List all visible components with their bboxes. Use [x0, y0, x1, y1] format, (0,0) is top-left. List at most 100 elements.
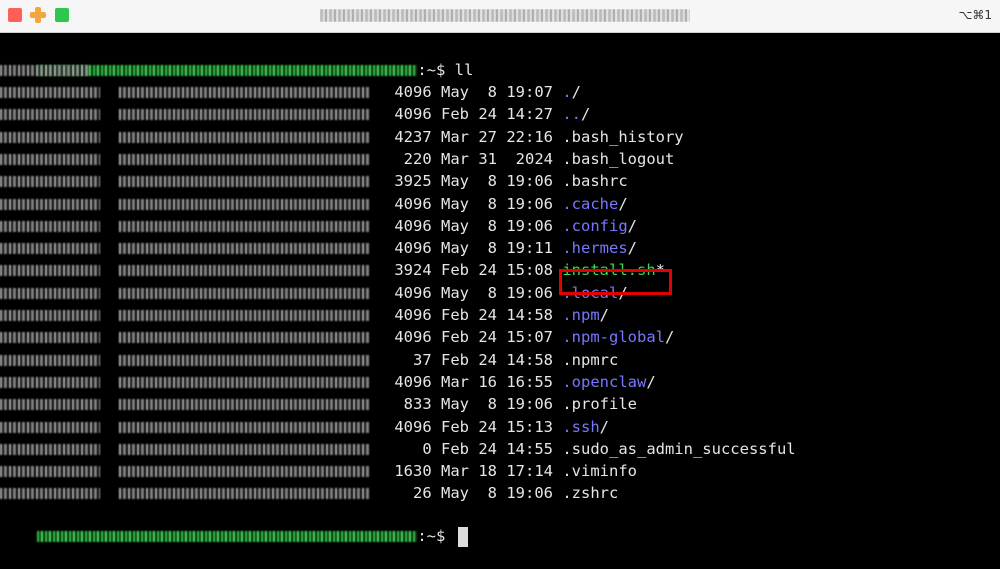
file-month: May: [431, 395, 469, 414]
blurred-owner-group: [118, 354, 371, 366]
blurred-permissions: [0, 399, 100, 411]
file-month: Mar: [431, 127, 469, 146]
file-day: 8: [469, 194, 497, 213]
blurred-owner-group: [118, 87, 371, 98]
listing-row: 3925 May 8 19:06 .bashrc: [0, 170, 628, 192]
file-month: May: [431, 172, 469, 191]
blurred-owner-group: [118, 198, 371, 210]
listing-row: 4096 Feb 24 14:27 ../: [0, 103, 590, 125]
file-meta: 3925 May 8 19:06 .bashrc: [385, 170, 627, 192]
prompt-line[interactable]: :~$: [0, 503, 468, 547]
file-time: 19:06: [497, 395, 563, 414]
maximize-icon[interactable]: [55, 8, 69, 22]
file-day: 8: [469, 83, 497, 101]
blurred-permissions: [0, 443, 100, 455]
file-day: 16: [469, 372, 497, 391]
file-day: 8: [469, 216, 497, 235]
file-meta: 37 Feb 24 14:58 .npmrc: [385, 349, 618, 371]
dir-suffix: /: [627, 239, 637, 258]
file-name[interactable]: .config: [562, 217, 627, 235]
blurred-owner-group: [118, 310, 371, 321]
file-name[interactable]: .bash_history: [562, 128, 683, 146]
blurred-owner-group: [118, 466, 371, 478]
file-time: 17:14: [497, 462, 563, 481]
blurred-owner-group: [118, 153, 371, 165]
file-name[interactable]: .hermes: [562, 239, 627, 257]
file-month: Feb: [431, 350, 469, 369]
file-month: May: [431, 484, 469, 503]
file-time: 15:08: [497, 261, 563, 280]
file-size: 4096: [385, 239, 432, 258]
listing-row: 4096 Mar 16 16:55 .openclaw/: [0, 371, 656, 393]
file-day: 8: [469, 395, 497, 414]
file-size: 4096: [385, 83, 432, 101]
terminal-output[interactable]: :~$ ll 4096 May 8 19:07 ./ 4096 Feb 24 1…: [0, 33, 1000, 550]
file-size: 3925: [385, 172, 432, 191]
blurred-prompt: [37, 531, 418, 542]
file-name[interactable]: .npm: [562, 306, 599, 324]
file-meta: 220 Mar 31 2024 .bash_logout: [385, 148, 675, 170]
file-month: May: [431, 239, 469, 258]
file-size: 4096: [385, 328, 432, 347]
file-name[interactable]: .sudo_as_admin_successful: [562, 440, 795, 458]
blurred-permissions: [0, 332, 100, 344]
command-text: ll: [454, 61, 474, 79]
plus-icon[interactable]: [30, 7, 46, 23]
file-time: 19:06: [497, 283, 563, 302]
file-name[interactable]: .npm-global: [562, 328, 665, 346]
file-time: 22:16: [497, 127, 563, 146]
file-day: 31: [469, 149, 497, 168]
blurred-permissions: [0, 220, 100, 232]
text-cursor[interactable]: [457, 526, 468, 547]
file-size: 1630: [385, 462, 432, 481]
blurred-owner-group: [118, 376, 371, 388]
file-day: 24: [469, 350, 497, 369]
file-size: 4096: [385, 306, 432, 324]
blurred-title: [320, 9, 690, 22]
file-name[interactable]: .cache: [562, 195, 618, 213]
file-name[interactable]: .: [562, 83, 571, 101]
listing-row: 4096 May 8 19:06 .config/: [0, 215, 637, 237]
dir-suffix: /: [571, 83, 582, 101]
blurred-owner-group: [118, 109, 371, 121]
file-name[interactable]: .bashrc: [562, 172, 627, 190]
close-icon[interactable]: [8, 8, 22, 22]
file-day: 8: [469, 283, 497, 302]
blurred-owner-group: [118, 332, 371, 344]
file-size: 4237: [385, 127, 432, 146]
file-meta: 26 May 8 19:06 .zshrc: [385, 482, 618, 504]
file-name[interactable]: .openclaw: [562, 373, 646, 391]
file-day: 8: [469, 484, 497, 503]
prompt-suffix: :~$: [417, 61, 446, 79]
blurred-permissions: [0, 310, 100, 321]
dir-suffix: /: [581, 105, 591, 124]
listing-row: 4096 May 8 19:07 ./: [0, 81, 581, 103]
total-line: [0, 59, 88, 81]
listing-row: 3924 Feb 24 15:08 install.sh*: [0, 259, 665, 281]
file-size: 3924: [385, 261, 432, 280]
file-size: 4096: [385, 283, 432, 302]
file-name[interactable]: .profile: [562, 395, 637, 413]
file-name[interactable]: .bash_logout: [562, 150, 674, 168]
file-size: 0: [385, 439, 432, 458]
file-name[interactable]: .npmrc: [562, 351, 618, 369]
window-titlebar: ⌥⌘1: [0, 0, 1000, 33]
file-name[interactable]: ..: [562, 105, 581, 123]
file-time: 14:27: [497, 105, 563, 124]
file-month: Mar: [431, 372, 469, 391]
blurred-permissions: [0, 466, 100, 478]
file-day: 24: [469, 261, 497, 280]
file-name[interactable]: .zshrc: [562, 484, 618, 502]
file-meta: 4237 Mar 27 22:16 .bash_history: [385, 126, 683, 148]
blurred-permissions: [0, 421, 100, 433]
window-shortcut: ⌥⌘1: [958, 8, 992, 22]
highlight-box: [559, 269, 672, 295]
file-meta: 4096 May 8 19:06 .cache/: [385, 193, 627, 215]
blurred-owner-group: [118, 243, 371, 255]
file-name[interactable]: .viminfo: [562, 462, 637, 480]
file-month: Feb: [431, 439, 469, 458]
file-day: 8: [469, 172, 497, 191]
listing-row: 4096 May 8 19:06 .local/: [0, 282, 628, 304]
file-name[interactable]: .ssh: [562, 418, 599, 436]
file-day: 24: [469, 105, 497, 124]
